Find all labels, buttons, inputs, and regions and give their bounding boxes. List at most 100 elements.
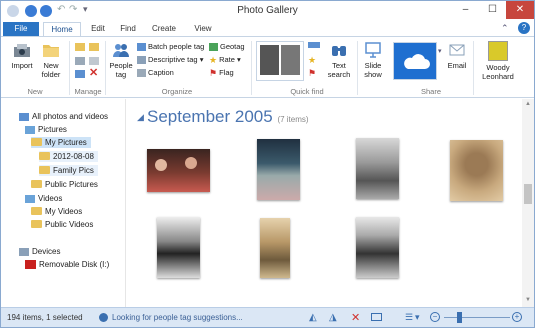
- separator: [69, 41, 70, 95]
- tree-item-my-pictures[interactable]: My Pictures: [31, 137, 91, 148]
- collapse-ribbon-icon[interactable]: ⌃: [501, 23, 509, 34]
- view-options-icon[interactable]: ▾: [415, 312, 420, 323]
- move-to-icon[interactable]: [75, 43, 85, 51]
- videos-library-icon: [25, 194, 35, 203]
- descriptive-tag-button[interactable]: Descriptive tag ▾: [137, 55, 203, 65]
- tree-item-2012-08-08[interactable]: 2012-08-08: [39, 151, 98, 162]
- email-button[interactable]: Email: [445, 41, 469, 70]
- pane-divider[interactable]: [125, 99, 126, 307]
- separator: [105, 41, 106, 95]
- folder-icon: [31, 207, 42, 215]
- status-bar: 194 items, 1 selected Looking for people…: [1, 307, 534, 327]
- help-icon[interactable]: ?: [518, 22, 530, 34]
- delete-icon[interactable]: ✕: [351, 311, 360, 324]
- copy-to-icon[interactable]: [89, 43, 99, 51]
- text-search-button[interactable]: Text search: [323, 41, 355, 79]
- people-tag-suggestions-status[interactable]: Looking for people tag suggestions...: [112, 313, 243, 322]
- group-label-quick-find: Quick find: [290, 87, 324, 96]
- share-more-icon[interactable]: ▾: [438, 47, 442, 55]
- tree-item-videos[interactable]: Videos: [25, 193, 62, 204]
- tab-view[interactable]: View: [189, 22, 217, 36]
- folder-icon: [31, 138, 42, 146]
- item-count: (7 items): [277, 115, 309, 124]
- tree-item-public-pictures[interactable]: Public Pictures: [31, 179, 98, 190]
- rate-button[interactable]: ★ Rate ▾: [209, 55, 241, 65]
- tree-item-all-photos[interactable]: All photos and videos: [19, 111, 108, 122]
- tree-item-devices[interactable]: Devices: [19, 246, 60, 257]
- title-bar: ↶ ↷ ▾ Photo Gallery – ☐ ✕: [1, 1, 534, 21]
- selection-status: 194 items, 1 selected: [7, 313, 83, 322]
- photo-thumbnail[interactable]: [356, 138, 399, 199]
- scrollbar-thumb[interactable]: [524, 184, 532, 204]
- tab-find[interactable]: Find: [115, 22, 141, 36]
- library-icon: [19, 112, 29, 121]
- maximize-button[interactable]: ☐: [479, 1, 506, 19]
- flag-button[interactable]: ⚑ Flag: [209, 68, 234, 78]
- properties-icon[interactable]: [75, 57, 85, 65]
- date-filter-icon[interactable]: [308, 42, 320, 48]
- tree-item-family-pics[interactable]: Family Pics: [39, 165, 98, 176]
- group-label-share: Share: [420, 87, 441, 96]
- tab-home[interactable]: Home: [43, 22, 81, 36]
- photo-face: [185, 157, 197, 169]
- star-icon: ★: [209, 55, 218, 66]
- open-file-location-icon[interactable]: [75, 70, 85, 78]
- vertical-scrollbar[interactable]: ▲ ▼: [522, 99, 534, 307]
- tag-icon: [137, 56, 146, 65]
- people-filter-gallery[interactable]: [256, 41, 304, 81]
- photo-thumbnail[interactable]: [356, 217, 399, 278]
- tab-file[interactable]: File: [3, 22, 39, 36]
- photo-thumbnail[interactable]: [147, 149, 210, 192]
- photo-thumbnail[interactable]: [157, 217, 200, 278]
- geotag-icon: [209, 43, 218, 52]
- tab-create[interactable]: Create: [147, 22, 181, 36]
- batch-people-tag-button[interactable]: Batch people tag: [137, 42, 204, 52]
- people-tag-button[interactable]: People tag: [107, 41, 135, 79]
- collapse-group-icon[interactable]: ◢: [137, 112, 144, 123]
- new-folder-icon: [43, 45, 59, 57]
- cloud-icon: [404, 54, 430, 69]
- tree-item-my-videos[interactable]: My Videos: [31, 206, 82, 217]
- close-button[interactable]: ✕: [506, 1, 534, 19]
- zoom-slider-thumb[interactable]: [457, 312, 462, 323]
- geotag-button[interactable]: Geotag: [209, 42, 245, 52]
- photo-thumbnail[interactable]: [260, 218, 290, 278]
- person-thumbnail[interactable]: [260, 45, 279, 75]
- details-view-icon[interactable]: ☰: [405, 312, 413, 323]
- rotate-left-icon[interactable]: ◭: [309, 312, 317, 323]
- onedrive-button[interactable]: [393, 42, 437, 80]
- tab-edit[interactable]: Edit: [85, 22, 111, 36]
- flag-filter-icon[interactable]: ⚑: [308, 68, 316, 79]
- slideshow-status-icon[interactable]: [371, 313, 382, 321]
- photo-grid: ◢ September 2005 (7 items): [127, 99, 520, 307]
- date-group-heading: September 2005 (7 items): [147, 107, 309, 126]
- zoom-slider-track[interactable]: [444, 317, 510, 318]
- account-button[interactable]: Woody Leonhard: [475, 41, 521, 81]
- folder-icon: [31, 220, 42, 228]
- caption-icon: [137, 69, 146, 78]
- slide-show-icon: [365, 42, 381, 58]
- zoom-in-icon[interactable]: +: [512, 312, 522, 322]
- photo-face: [155, 159, 167, 171]
- photo-thumbnail[interactable]: [450, 140, 503, 201]
- import-button[interactable]: Import: [9, 41, 35, 70]
- rename-icon[interactable]: [89, 57, 99, 65]
- photo-thumbnail[interactable]: [257, 139, 300, 200]
- person-thumbnail[interactable]: [281, 45, 300, 75]
- tree-item-pictures[interactable]: Pictures: [25, 124, 67, 135]
- zoom-out-icon[interactable]: −: [430, 312, 440, 322]
- separator: [473, 41, 474, 95]
- tree-item-removable-disk[interactable]: Removable Disk (I:): [25, 259, 109, 270]
- delete-icon[interactable]: ✕: [89, 68, 98, 79]
- email-icon: [449, 44, 465, 56]
- scroll-down-icon[interactable]: ▼: [525, 297, 531, 303]
- minimize-button[interactable]: –: [452, 1, 479, 19]
- scroll-up-icon[interactable]: ▲: [525, 101, 531, 107]
- rotate-right-icon[interactable]: ◮: [329, 312, 337, 323]
- caption-button[interactable]: Caption: [137, 68, 174, 78]
- ribbon: Import New folder New ✕ Manage People ta…: [1, 36, 534, 98]
- rating-filter-icon[interactable]: ★: [308, 55, 316, 66]
- new-folder-button[interactable]: New folder: [37, 41, 65, 79]
- slide-show-button[interactable]: Slide show: [359, 41, 387, 79]
- tree-item-public-videos[interactable]: Public Videos: [31, 219, 93, 230]
